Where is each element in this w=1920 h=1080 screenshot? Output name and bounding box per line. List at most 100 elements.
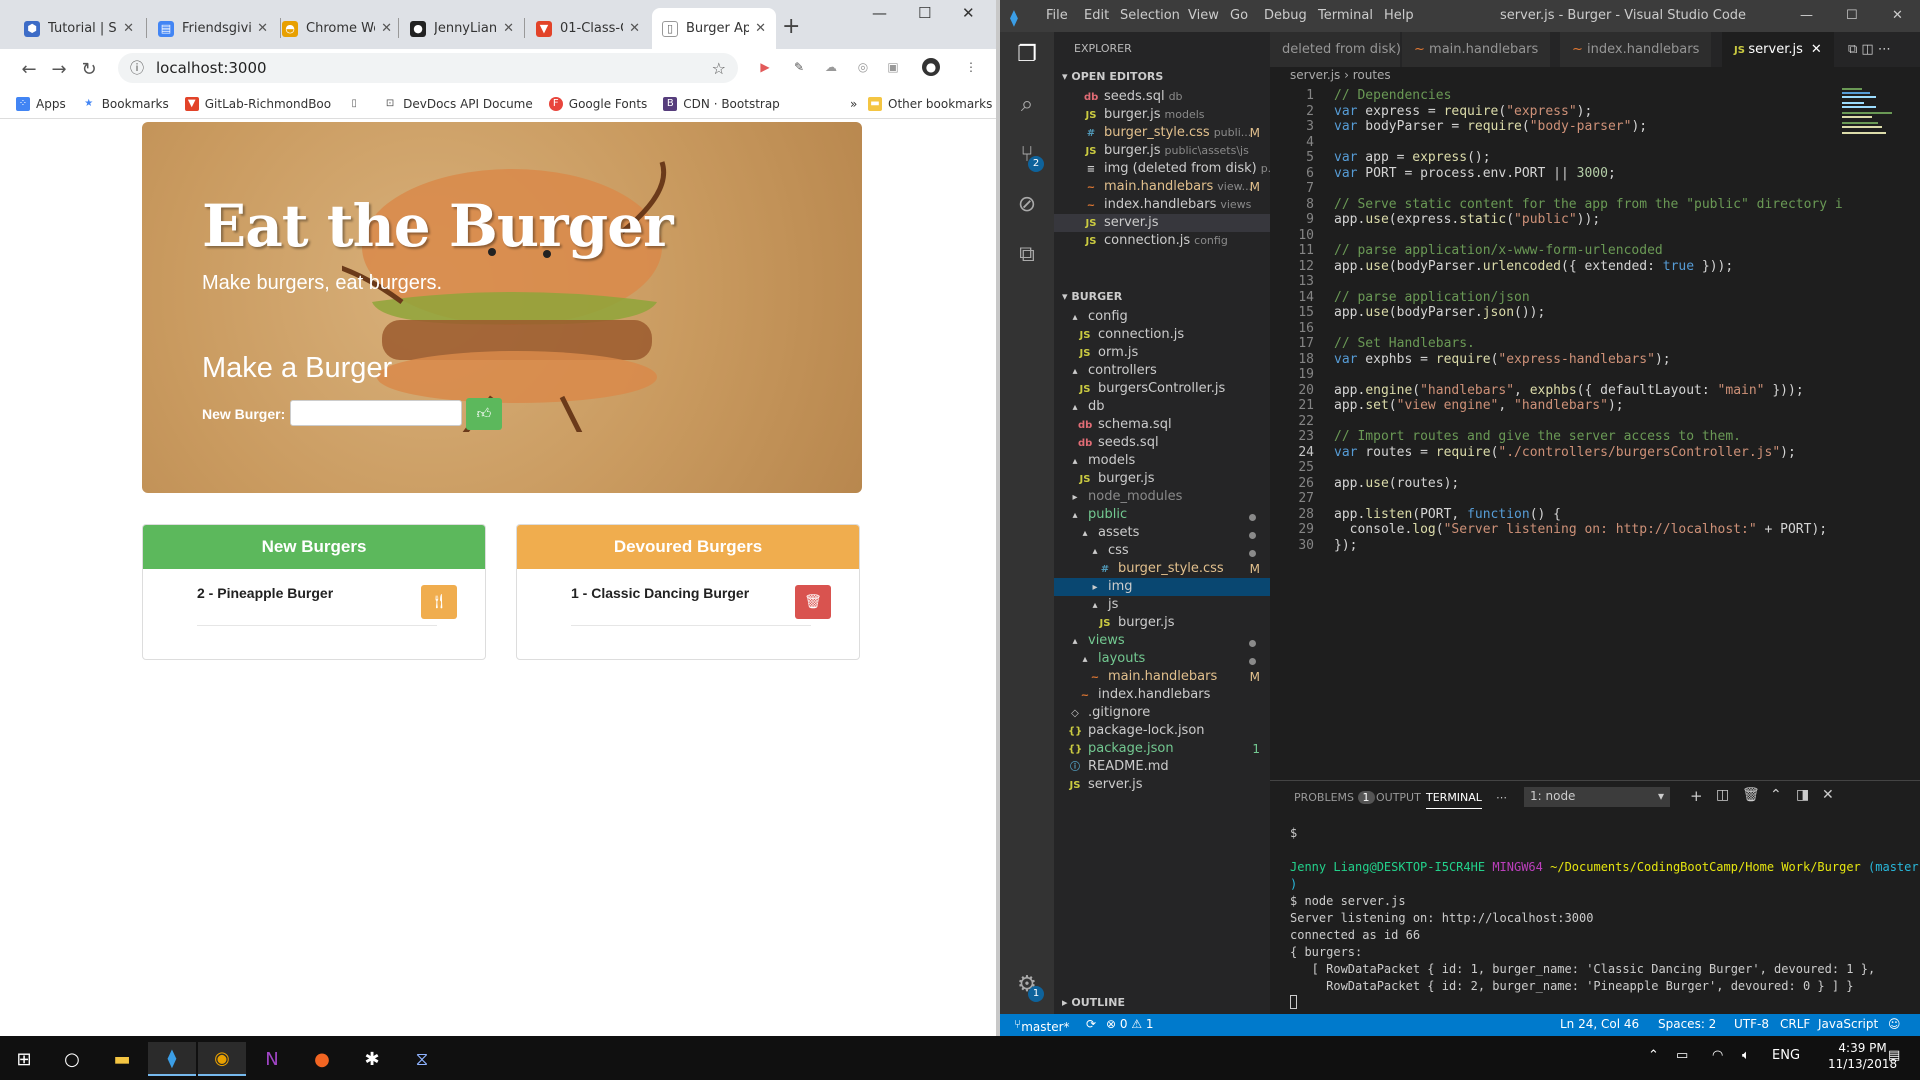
tree-file[interactable]: JS orm.js (1054, 344, 1270, 362)
menu-edit[interactable]: Edit (1084, 8, 1109, 23)
tree-file[interactable]: ⓘ README.md (1054, 758, 1270, 776)
close-icon[interactable]: ✕ (629, 21, 640, 36)
browser-tab-active[interactable]: ▯Burger App✕ (652, 8, 776, 49)
new-tab-button[interactable]: + (782, 14, 800, 39)
more-icon[interactable]: ⋯ (1496, 791, 1507, 804)
bookmark-gitlab[interactable]: ▼ GitLab-RichmondBoo (184, 96, 331, 111)
encoding[interactable]: UTF-8 (1734, 1017, 1769, 1031)
file-explorer-icon[interactable]: ▬ (98, 1042, 146, 1076)
tree-file[interactable]: ◇ .gitignore (1054, 704, 1270, 722)
tree-folder[interactable]: ▴ config (1054, 308, 1270, 326)
bookmark-devdocs[interactable]: ⊡ DevDocs API Docume (383, 97, 533, 111)
close-icon[interactable]: ✕ (257, 21, 268, 36)
tree-file[interactable]: # burger_style.css M (1054, 560, 1270, 578)
tree-folder[interactable]: ▸ node_modules (1054, 488, 1270, 506)
tree-folder[interactable]: ▸ img (1054, 578, 1270, 596)
close-window-button[interactable]: ✕ (962, 4, 975, 22)
open-editor-item[interactable]: JS burger.js public\assets\js (1054, 142, 1270, 160)
close-window-button[interactable]: ✕ (1892, 8, 1903, 23)
git-branch[interactable]: ⑂ master* (1014, 1017, 1070, 1034)
open-editor-item[interactable]: JS burger.js models (1054, 106, 1270, 124)
close-icon[interactable]: ✕ (1811, 42, 1822, 57)
battery-icon[interactable]: ▭ (1676, 1048, 1688, 1063)
tree-file[interactable]: db seeds.sql (1054, 434, 1270, 452)
more-icon[interactable]: ⋮ (962, 58, 980, 76)
tree-file[interactable]: {} package-lock.json (1054, 722, 1270, 740)
bookmark-bookmarks[interactable]: ★ Bookmarks (82, 97, 169, 111)
tree-folder[interactable]: ▴ assets (1054, 524, 1270, 542)
tree-file[interactable]: JS burgersController.js (1054, 380, 1270, 398)
tree-folder[interactable]: ▴ public (1054, 506, 1270, 524)
address-bar[interactable]: ⓘ localhost:3000 ☆ (118, 53, 738, 83)
extension-icon[interactable]: ▣ (884, 58, 902, 76)
tree-folder[interactable]: ▴ models (1054, 452, 1270, 470)
editor-tab-index-handlebars[interactable]: ~ index.handlebars (1560, 32, 1712, 67)
bookmarks-overflow-icon[interactable]: » (850, 97, 857, 111)
extension-icon[interactable]: ◎ (854, 58, 872, 76)
maximize-button[interactable]: ☐ (1846, 8, 1858, 23)
close-icon[interactable]: ✕ (123, 21, 134, 36)
split-editor-icon[interactable]: ⧉ ◫ ⋯ (1836, 32, 1903, 67)
menu-help[interactable]: Help (1384, 8, 1414, 23)
language-mode[interactable]: JavaScript (1818, 1017, 1878, 1031)
avatar[interactable]: ● (922, 58, 940, 76)
browser-tab-1[interactable]: ⬢ Tutorial | Se ✕ (14, 8, 144, 49)
reload-icon[interactable]: ↻ (74, 59, 104, 80)
tree-file[interactable]: ~ main.handlebars M (1054, 668, 1270, 686)
tree-file[interactable]: JS connection.js (1054, 326, 1270, 344)
explorer-icon[interactable]: ❐ (1012, 40, 1042, 70)
tree-file[interactable]: JS burger.js (1054, 470, 1270, 488)
tree-file[interactable]: ~ index.handlebars (1054, 686, 1270, 704)
menu-file[interactable]: File (1046, 8, 1068, 23)
chevron-up-icon[interactable]: ⌃ (1648, 1048, 1659, 1063)
trash-icon[interactable]: 🗑︎ (1742, 787, 1760, 803)
notifications-icon[interactable]: ▤ (1888, 1048, 1900, 1063)
menu-go[interactable]: Go (1230, 8, 1248, 23)
windows-start-icon[interactable]: ⊞ (0, 1042, 48, 1076)
chrome-taskbar-icon[interactable]: ◉ (198, 1042, 246, 1076)
devour-button[interactable]: 🍴︎ (421, 585, 457, 619)
volume-icon[interactable]: 🔈︎ (1742, 1048, 1750, 1063)
editor-tab-main-handlebars[interactable]: ~ main.handlebars (1402, 32, 1551, 67)
open-editor-item[interactable]: # burger_style.css publi... M (1054, 124, 1270, 142)
clock[interactable]: 4:39 PM 11/13/2018 (1828, 1040, 1897, 1072)
problems-status[interactable]: ⊗ 0 ⚠ 1 (1106, 1017, 1154, 1031)
close-icon[interactable]: ✕ (381, 21, 392, 36)
eyedropper-icon[interactable]: ✎ (790, 58, 808, 76)
close-icon[interactable]: ✕ (755, 21, 766, 36)
debug-icon[interactable]: ⊘ (1012, 190, 1042, 220)
tree-folder[interactable]: ▴ views (1054, 632, 1270, 650)
split-terminal-icon[interactable]: ◫ (1716, 787, 1729, 803)
onenote-icon[interactable]: N (248, 1042, 296, 1076)
tree-file[interactable]: db schema.sql (1054, 416, 1270, 434)
new-burger-input[interactable] (290, 400, 462, 426)
line-endings[interactable]: CRLF (1780, 1017, 1810, 1031)
search-icon[interactable]: ⌕ (1012, 90, 1042, 120)
tab-output[interactable]: OUTPUT (1376, 791, 1421, 804)
cursor-position[interactable]: Ln 24, Col 46 (1560, 1017, 1639, 1031)
cortana-icon[interactable]: ○ (48, 1042, 96, 1076)
menu-view[interactable]: View (1188, 8, 1219, 23)
indentation[interactable]: Spaces: 2 (1658, 1017, 1716, 1031)
open-editor-item[interactable]: ~ index.handlebars views (1054, 196, 1270, 214)
extension-icon[interactable]: ▶ (756, 58, 774, 76)
open-editor-item[interactable]: ≡img (deleted from disk)p... (1054, 160, 1270, 178)
slack-icon[interactable]: ✱ (348, 1042, 396, 1076)
code-line[interactable]: 30}); (1270, 536, 1870, 555)
open-editor-item[interactable]: JS server.js (1054, 214, 1270, 232)
tree-folder[interactable]: ▴ db (1054, 398, 1270, 416)
postman-icon[interactable]: ● (298, 1042, 346, 1076)
open-editor-item[interactable]: db seeds.sql db (1054, 88, 1270, 106)
editor-tab-img[interactable]: deleted from disk) (1270, 32, 1400, 67)
panel-layout-icon[interactable]: ◨ (1796, 787, 1809, 803)
tree-file[interactable]: JS burger.js (1054, 614, 1270, 632)
bookmark-google-fonts[interactable]: F Google Fonts (548, 96, 647, 111)
input-language[interactable]: ENG (1772, 1048, 1800, 1063)
close-icon[interactable]: ✕ (503, 21, 514, 36)
bookmark-page[interactable]: ▯ (347, 97, 367, 111)
tab-problems[interactable]: PROBLEMS 1 (1294, 791, 1375, 804)
tree-folder[interactable]: ▴ controllers (1054, 362, 1270, 380)
feedback-icon[interactable]: ☺ (1888, 1017, 1901, 1031)
terminal-select[interactable]: 1: node ▾ (1524, 787, 1670, 807)
cloud-icon[interactable]: ☁ (822, 58, 840, 76)
